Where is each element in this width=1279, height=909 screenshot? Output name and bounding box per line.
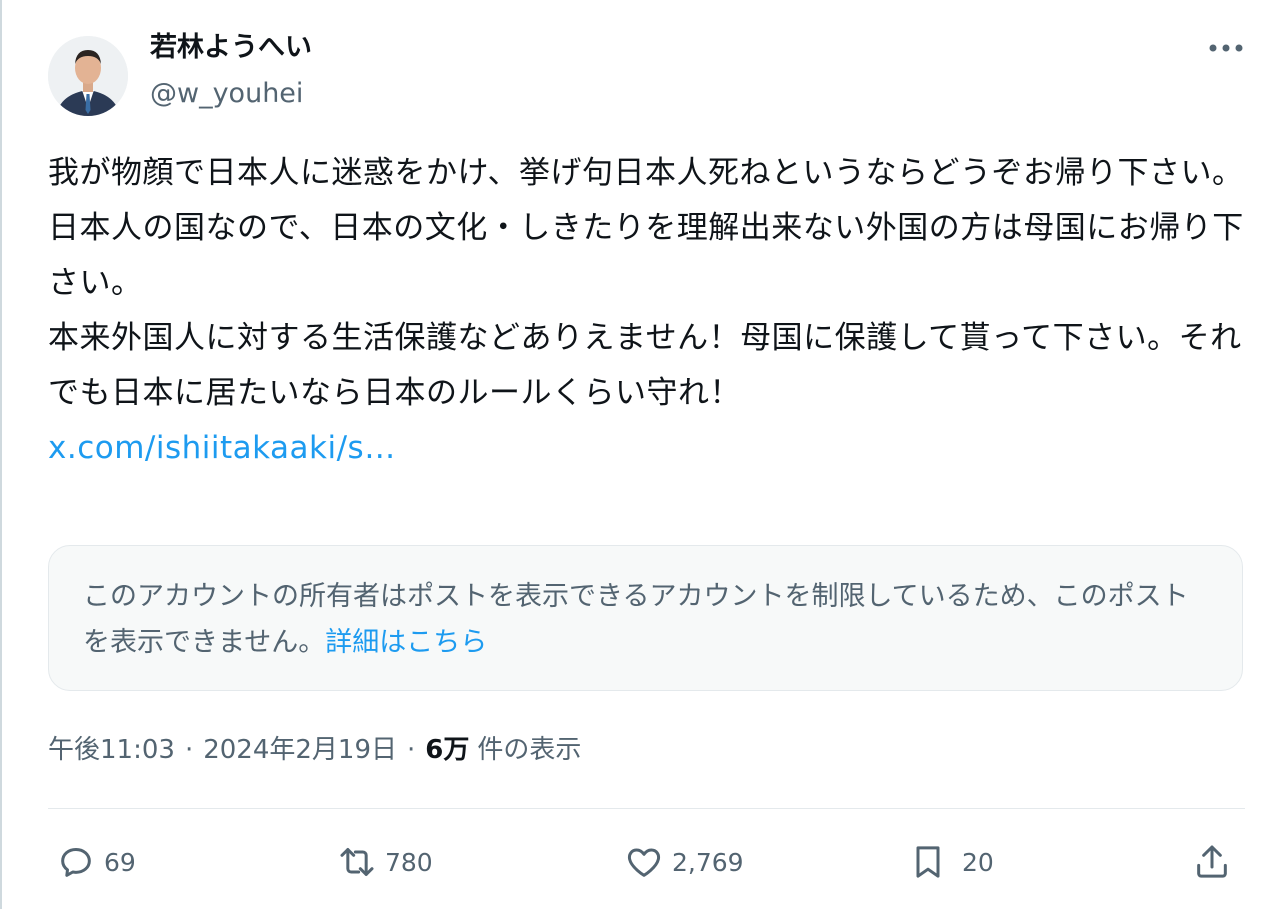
post-link[interactable]: x.com/ishiitakaaki/s… — [48, 430, 396, 466]
post-time[interactable]: 午後11:03 — [48, 730, 175, 770]
notice-text: このアカウントの所有者はポストを表示できるアカウントを制限しているため、このポス… — [83, 574, 1203, 666]
author-handle[interactable]: @w_youhei — [150, 77, 303, 111]
reply-icon — [61, 848, 91, 877]
post-line: 日本人の国なので、日本の文化・しきたりを理解出来ない外国の方は母国にお帰り下さい… — [48, 210, 1244, 301]
share-button[interactable] — [1192, 838, 1232, 886]
post-line: 本来外国人に対する生活保護などありえません！母国に保護して貰って下さい。それでも… — [48, 320, 1242, 411]
repost-button[interactable]: 780 — [337, 838, 433, 886]
post-date[interactable]: 2024年2月19日 — [203, 730, 397, 770]
bookmark-count: 20 — [962, 847, 994, 877]
repost-count: 780 — [385, 847, 433, 877]
post-metadata: 午後11:03 · 2024年2月19日 · 6万 件の表示 — [48, 730, 581, 770]
left-border — [0, 0, 2, 909]
learn-more-link[interactable]: 詳細はこちら — [325, 627, 487, 658]
reply-count: 69 — [104, 847, 136, 877]
post-text: 我が物顔で日本人に迷惑をかけ、挙げ句日本人死ねというならどうぞお帰り下さい。 日… — [48, 146, 1248, 476]
notice-message: このアカウントの所有者はポストを表示できるアカウントを制限しているため、このポス… — [83, 581, 1189, 658]
separator: · — [184, 735, 194, 765]
post-line: 我が物顔で日本人に迷惑をかけ、挙げ句日本人死ねというならどうぞお帰り下さい。 — [48, 155, 1244, 191]
repost-icon — [340, 848, 374, 876]
avatar-image — [48, 36, 128, 116]
like-button[interactable]: 2,769 — [624, 838, 744, 886]
view-count: 6万 — [425, 735, 470, 765]
separator: · — [407, 735, 416, 765]
restricted-quote-notice: このアカウントの所有者はポストを表示できるアカウントを制限しているため、このポス… — [48, 545, 1243, 691]
more-options-button[interactable] — [1204, 30, 1248, 66]
bookmark-icon — [916, 846, 940, 878]
like-count: 2,769 — [672, 847, 744, 877]
divider — [48, 808, 1245, 809]
more-dots-icon — [1209, 44, 1243, 52]
reply-button[interactable]: 69 — [56, 838, 136, 886]
view-label: 件の表示 — [477, 735, 582, 765]
share-icon — [1197, 845, 1227, 878]
bookmark-button[interactable]: 20 — [908, 838, 994, 886]
author-name[interactable]: 若林ようへい — [150, 30, 312, 66]
heart-icon — [627, 848, 661, 877]
avatar[interactable] — [48, 36, 128, 116]
